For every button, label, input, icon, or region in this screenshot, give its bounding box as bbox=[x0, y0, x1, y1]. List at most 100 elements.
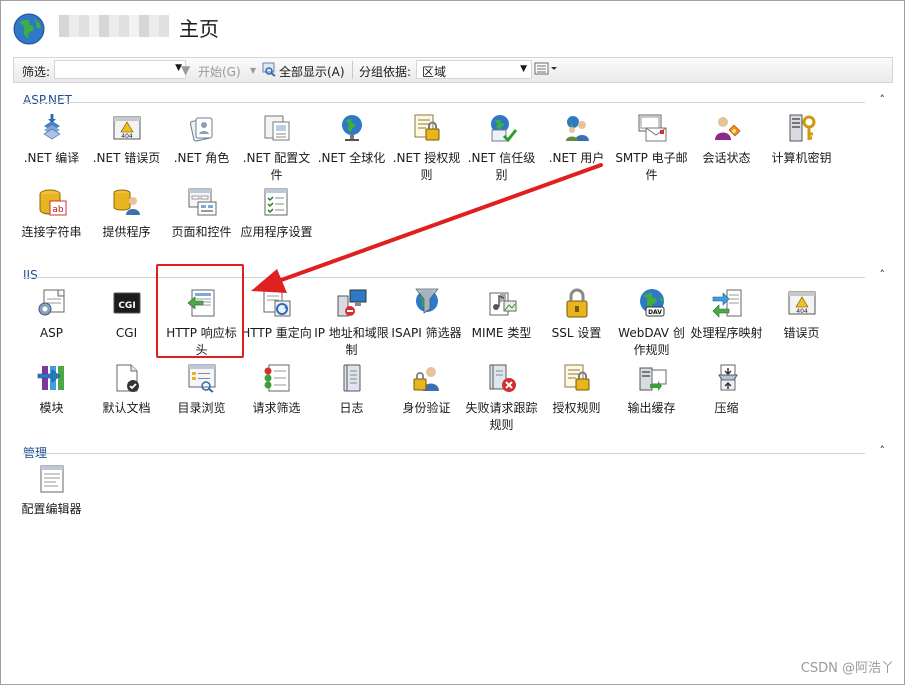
globe-icon bbox=[13, 13, 45, 45]
toolbar-separator bbox=[352, 61, 353, 79]
feature-item[interactable]: 模块 bbox=[14, 362, 89, 417]
feature-item[interactable]: IP 地址和域限制 bbox=[314, 287, 389, 359]
compression-icon bbox=[711, 362, 743, 394]
roles-icon bbox=[186, 112, 218, 144]
feature-item[interactable]: .NET 信任级别 bbox=[464, 112, 539, 184]
feature-item[interactable]: 404 错误页 bbox=[764, 287, 839, 342]
dir-browse-icon bbox=[186, 362, 218, 394]
feature-label: ASP bbox=[39, 326, 64, 340]
feature-item[interactable]: 压缩 bbox=[689, 362, 764, 417]
isapi-icon bbox=[411, 287, 443, 319]
feature-item[interactable]: 默认文档 bbox=[89, 362, 164, 417]
users-icon bbox=[561, 112, 593, 144]
feature-item[interactable]: SSL 设置 bbox=[539, 287, 614, 342]
machine-key-icon bbox=[786, 112, 818, 144]
feature-label: 压缩 bbox=[714, 401, 739, 415]
group-by-select[interactable]: 区域 ▼ bbox=[416, 60, 532, 79]
ip-restrict-icon bbox=[336, 287, 368, 319]
feature-label: IP 地址和域限制 bbox=[314, 326, 389, 357]
feature-item[interactable]: 授权规则 bbox=[539, 362, 614, 417]
error-page-icon: 404 bbox=[111, 112, 143, 144]
feature-label: 授权规则 bbox=[552, 401, 601, 415]
feature-item[interactable]: ISAPI 筛选器 bbox=[389, 287, 464, 342]
feature-item[interactable]: 计算机密钥 bbox=[764, 112, 839, 167]
chevron-up-icon[interactable]: ˄ bbox=[880, 93, 886, 106]
start-button[interactable]: 开始(G) bbox=[198, 63, 241, 80]
feature-item[interactable]: .NET 授权规则 bbox=[389, 112, 464, 184]
mime-icon bbox=[486, 287, 518, 319]
feature-label: WebDAV 创作规则 bbox=[618, 326, 685, 357]
feature-item[interactable]: 404 .NET 错误页 bbox=[89, 112, 164, 167]
highlight-box bbox=[156, 264, 244, 358]
section-iis: IIS ˄ bbox=[23, 268, 889, 285]
compile-icon bbox=[36, 112, 68, 144]
feature-item[interactable]: 日志 bbox=[314, 362, 389, 417]
asp-icon bbox=[36, 287, 68, 319]
authorization-icon bbox=[561, 362, 593, 394]
view-mode-icon[interactable] bbox=[534, 61, 558, 80]
feature-item[interactable]: SMTP 电子邮件 bbox=[614, 112, 689, 184]
feature-label: 默认文档 bbox=[102, 401, 151, 415]
feature-item[interactable]: ASP bbox=[14, 287, 89, 342]
feature-item[interactable]: .NET 角色 bbox=[164, 112, 239, 167]
providers-icon bbox=[111, 186, 143, 218]
feature-label: 配置编辑器 bbox=[21, 502, 82, 516]
feature-item[interactable]: 目录浏览 bbox=[164, 362, 239, 417]
watermark: CSDN @阿浩丫 bbox=[800, 661, 894, 676]
authorization-icon bbox=[411, 112, 443, 144]
feature-item[interactable]: 失败请求跟踪规则 bbox=[464, 362, 539, 434]
default-doc-icon bbox=[111, 362, 143, 394]
pages-controls-icon bbox=[186, 186, 218, 218]
cgi-icon: CGI bbox=[111, 287, 143, 319]
smtp-icon bbox=[636, 112, 668, 144]
feature-item[interactable]: .NET 编译 bbox=[14, 112, 89, 167]
logging-icon bbox=[336, 362, 368, 394]
chevron-down-icon[interactable]: ▼ bbox=[250, 66, 256, 75]
section-divider bbox=[23, 277, 865, 278]
feature-item[interactable]: .NET 用户 bbox=[539, 112, 614, 167]
request-filter-icon bbox=[261, 362, 293, 394]
feature-item[interactable]: DAV WebDAV 创作规则 bbox=[614, 287, 689, 359]
modules-icon bbox=[36, 362, 68, 394]
feature-item[interactable]: 应用程序设置 bbox=[239, 186, 314, 241]
feature-label: 会话状态 bbox=[702, 151, 751, 165]
filter-input[interactable]: ▼ bbox=[54, 60, 186, 79]
feature-label: 模块 bbox=[39, 401, 64, 415]
feature-item[interactable]: 配置编辑器 bbox=[14, 463, 89, 518]
feature-item[interactable]: 输出缓存 bbox=[614, 362, 689, 417]
svg-text:CGI: CGI bbox=[118, 301, 135, 311]
chevron-down-icon[interactable]: ▼ bbox=[520, 64, 527, 74]
feature-item[interactable]: 处理程序映射 bbox=[689, 287, 764, 342]
feature-label: .NET 编译 bbox=[23, 151, 80, 165]
feature-item[interactable]: 提供程序 bbox=[89, 186, 164, 241]
feature-item[interactable]: .NET 全球化 bbox=[314, 112, 389, 167]
feature-item[interactable]: ab 连接字符串 bbox=[14, 186, 89, 241]
feature-item[interactable]: 请求筛选 bbox=[239, 362, 314, 417]
feature-label: 提供程序 bbox=[102, 225, 151, 239]
page-title: 主页 bbox=[179, 17, 219, 41]
feature-item[interactable]: CGI CGI bbox=[89, 287, 164, 342]
funnel-icon: ▼ bbox=[181, 63, 191, 77]
feature-item[interactable]: HTTP 重定向 bbox=[239, 287, 314, 342]
feature-item[interactable]: 页面和控件 bbox=[164, 186, 239, 241]
feature-label: SSL 设置 bbox=[551, 326, 602, 340]
show-all-icon bbox=[261, 61, 277, 80]
authentication-icon bbox=[411, 362, 443, 394]
section-asp-net: ASP.NET ˄ bbox=[23, 93, 889, 110]
chevron-up-icon[interactable]: ˄ bbox=[880, 444, 886, 457]
trust-icon bbox=[486, 112, 518, 144]
feature-item[interactable]: .NET 配置文件 bbox=[239, 112, 314, 184]
section-label: IIS bbox=[23, 268, 42, 282]
chevron-up-icon[interactable]: ˄ bbox=[880, 268, 886, 281]
blurred-server-name bbox=[59, 15, 169, 37]
feature-label: 应用程序设置 bbox=[240, 225, 313, 239]
ssl-lock-icon bbox=[561, 287, 593, 319]
handler-icon bbox=[711, 287, 743, 319]
feature-item[interactable]: 会话状态 bbox=[689, 112, 764, 167]
feature-label: 目录浏览 bbox=[177, 401, 226, 415]
session-icon bbox=[711, 112, 743, 144]
show-all-button[interactable]: 全部显示(A) bbox=[279, 63, 345, 80]
feature-item[interactable]: 身份验证 bbox=[389, 362, 464, 417]
feature-item[interactable]: MIME 类型 bbox=[464, 287, 539, 342]
toolbar: 筛选: ▼ ▼ 开始(G) ▼ 全部显示(A) 分组依据: 区域 ▼ bbox=[13, 57, 893, 83]
